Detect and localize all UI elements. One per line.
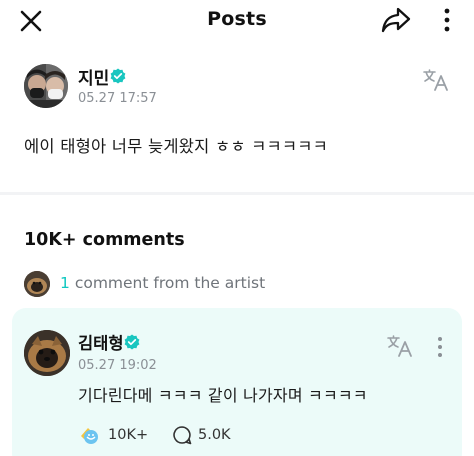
comment-timestamp: 05.27 19:02 (78, 358, 157, 373)
artist-comment-count: 1 (60, 274, 70, 292)
post-author-name[interactable]: 지민 (78, 64, 109, 89)
comment-author-name[interactable]: 김태형 (78, 330, 124, 354)
post-header: 지민 05.27 17:57 (24, 64, 454, 114)
post-timestamp: 05.27 17:57 (78, 91, 157, 106)
share-icon[interactable] (380, 6, 412, 34)
artist-avatar (24, 271, 50, 297)
reply-count: 5.0K (198, 427, 231, 443)
top-bar: Posts (0, 0, 474, 42)
artist-comment-label: 1 comment from the artist (60, 274, 265, 292)
comment-more-icon[interactable] (436, 336, 444, 358)
reaction-count: 10K+ (108, 427, 149, 443)
avatar[interactable] (24, 64, 68, 108)
comment-avatar[interactable] (24, 330, 70, 376)
reaction-icon[interactable] (78, 424, 100, 446)
artist-comment-card: 김태형 05.27 19:02 기다린다메 ㅋㅋㅋ 같이 나가자며 ㅋㅋㅋㅋ 1… (12, 308, 462, 456)
verified-badge-icon (110, 68, 126, 84)
comment-text: 기다린다메 ㅋㅋㅋ 같이 나가자며 ㅋㅋㅋㅋ (78, 386, 368, 405)
reply-bubble-icon[interactable] (172, 425, 192, 445)
verified-badge-icon (124, 334, 140, 350)
comments-count: 10K+ comments (24, 230, 185, 250)
translate-icon[interactable] (386, 334, 414, 358)
divider (0, 192, 474, 195)
translate-icon[interactable] (422, 68, 450, 92)
post-body-text: 에이 태형아 너무 늦게왔지 ㅎㅎ ㅋㅋㅋㅋㅋ (24, 137, 329, 156)
more-vertical-icon[interactable] (441, 7, 453, 33)
artist-comment-text: comment from the artist (74, 274, 266, 292)
